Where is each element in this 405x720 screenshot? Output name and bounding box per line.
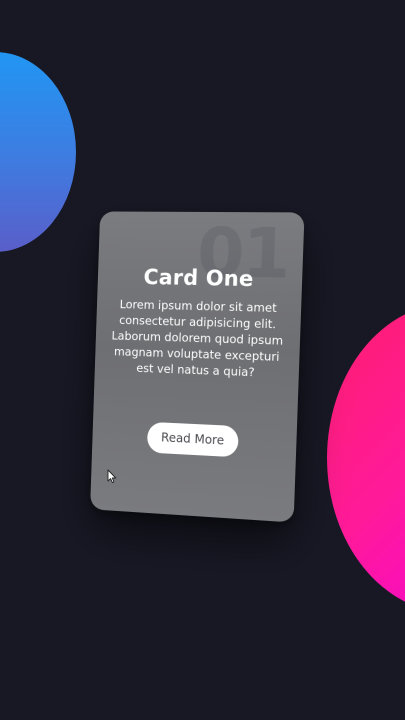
glass-card: 01 Card One Lorem ipsum dolor sit amet c… [90, 211, 304, 522]
page-background: 01 Card One Lorem ipsum dolor sit amet c… [0, 0, 405, 720]
card-description: Lorem ipsum dolor sit amet consectetur a… [108, 296, 287, 381]
blue-gradient-circle [0, 52, 76, 252]
mouse-pointer-icon [107, 469, 117, 484]
pink-gradient-circle [327, 303, 405, 613]
read-more-button[interactable]: Read More [147, 422, 239, 458]
card-title: Card One [98, 264, 303, 292]
